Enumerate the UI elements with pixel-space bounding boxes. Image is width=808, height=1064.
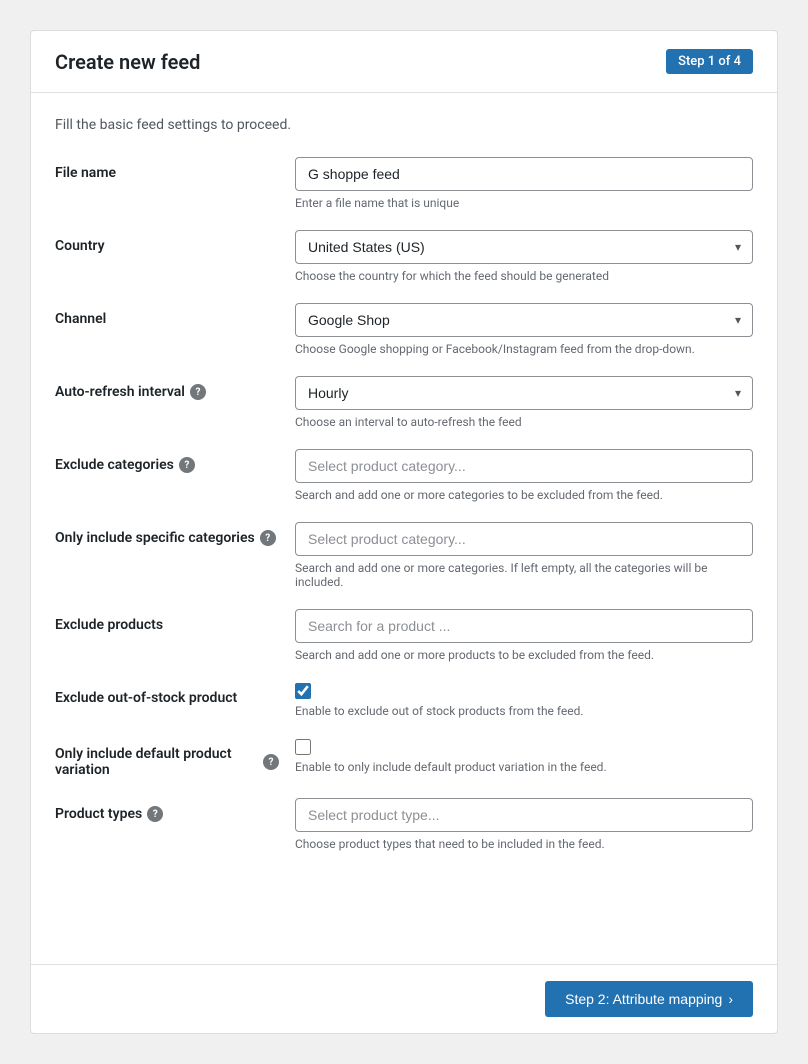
- exclude-out-of-stock-row: Exclude out-of-stock product Enable to e…: [55, 682, 753, 718]
- default-variation-row: Only include default product variation ?…: [55, 738, 753, 778]
- card-header: Create new feed Step 1 of 4: [31, 31, 777, 93]
- exclude-out-of-stock-checkbox-row: [295, 682, 753, 699]
- country-label: Country: [55, 238, 279, 254]
- exclude-out-of-stock-label: Exclude out-of-stock product: [55, 690, 279, 706]
- exclude-products-label: Exclude products: [55, 617, 279, 633]
- include-categories-label-col: Only include specific categories ?: [55, 522, 295, 546]
- exclude-out-of-stock-control-col: Enable to exclude out of stock products …: [295, 682, 753, 718]
- product-types-hint: Choose product types that need to be inc…: [295, 837, 753, 851]
- exclude-products-hint: Search and add one or more products to b…: [295, 648, 753, 662]
- country-label-col: Country: [55, 230, 295, 254]
- include-categories-control-col: Search and add one or more categories. I…: [295, 522, 753, 589]
- exclude-products-row: Exclude products Search and add one or m…: [55, 609, 753, 662]
- file-name-control-col: Enter a file name that is unique: [295, 157, 753, 210]
- country-row: Country United States (US) United Kingdo…: [55, 230, 753, 283]
- auto-refresh-hint: Choose an interval to auto-refresh the f…: [295, 415, 753, 429]
- product-types-help-icon[interactable]: ?: [147, 806, 163, 822]
- default-variation-checkbox-row: [295, 738, 753, 755]
- file-name-label-col: File name: [55, 157, 295, 181]
- include-categories-label: Only include specific categories ?: [55, 530, 279, 546]
- product-types-label-col: Product types ?: [55, 798, 295, 822]
- next-step-label: Step 2: Attribute mapping: [565, 991, 722, 1007]
- exclude-categories-help-icon[interactable]: ?: [179, 457, 195, 473]
- file-name-row: File name Enter a file name that is uniq…: [55, 157, 753, 210]
- include-categories-help-icon[interactable]: ?: [260, 530, 276, 546]
- country-select[interactable]: United States (US) United Kingdom (UK) C…: [295, 230, 753, 264]
- product-types-control-col: Choose product types that need to be inc…: [295, 798, 753, 851]
- channel-hint: Choose Google shopping or Facebook/Insta…: [295, 342, 753, 356]
- default-variation-help-icon[interactable]: ?: [263, 754, 279, 770]
- exclude-categories-control-col: Search and add one or more categories to…: [295, 449, 753, 502]
- exclude-categories-input[interactable]: [295, 449, 753, 483]
- include-categories-input[interactable]: [295, 522, 753, 556]
- auto-refresh-label: Auto-refresh interval ?: [55, 384, 279, 400]
- step-badge: Step 1 of 4: [666, 49, 753, 74]
- channel-select[interactable]: Google Shop Facebook/Instagram: [295, 303, 753, 337]
- default-variation-label: Only include default product variation ?: [55, 746, 279, 778]
- exclude-categories-label: Exclude categories ?: [55, 457, 279, 473]
- auto-refresh-row: Auto-refresh interval ? Hourly Daily Wee…: [55, 376, 753, 429]
- page-container: Create new feed Step 1 of 4 Fill the bas…: [20, 20, 788, 1044]
- default-variation-checkbox[interactable]: [295, 739, 311, 755]
- auto-refresh-select[interactable]: Hourly Daily Weekly Monthly: [295, 376, 753, 410]
- auto-refresh-label-col: Auto-refresh interval ?: [55, 376, 295, 400]
- channel-select-wrapper: Google Shop Facebook/Instagram ▾: [295, 303, 753, 337]
- product-types-row: Product types ? Choose product types tha…: [55, 798, 753, 851]
- product-types-input[interactable]: [295, 798, 753, 832]
- channel-label-col: Channel: [55, 303, 295, 327]
- exclude-out-of-stock-label-col: Exclude out-of-stock product: [55, 682, 295, 706]
- channel-row: Channel Google Shop Facebook/Instagram ▾…: [55, 303, 753, 356]
- country-control-col: United States (US) United Kingdom (UK) C…: [295, 230, 753, 283]
- exclude-products-label-col: Exclude products: [55, 609, 295, 633]
- file-name-input[interactable]: [295, 157, 753, 191]
- auto-refresh-help-icon[interactable]: ?: [190, 384, 206, 400]
- country-select-wrapper: United States (US) United Kingdom (UK) C…: [295, 230, 753, 264]
- page-title: Create new feed: [55, 50, 200, 74]
- exclude-categories-label-col: Exclude categories ?: [55, 449, 295, 473]
- exclude-categories-row: Exclude categories ? Search and add one …: [55, 449, 753, 502]
- file-name-hint: Enter a file name that is unique: [295, 196, 753, 210]
- product-types-label: Product types ?: [55, 806, 279, 822]
- exclude-products-input[interactable]: [295, 609, 753, 643]
- form-subtitle: Fill the basic feed settings to proceed.: [55, 117, 753, 133]
- card-body: Fill the basic feed settings to proceed.…: [31, 93, 777, 964]
- default-variation-control-col: Enable to only include default product v…: [295, 738, 753, 774]
- country-hint: Choose the country for which the feed sh…: [295, 269, 753, 283]
- exclude-out-of-stock-checkbox[interactable]: [295, 683, 311, 699]
- next-arrow-icon: ›: [728, 991, 733, 1007]
- exclude-out-of-stock-hint: Enable to exclude out of stock products …: [295, 704, 753, 718]
- card-footer: Step 2: Attribute mapping ›: [31, 964, 777, 1033]
- exclude-products-control-col: Search and add one or more products to b…: [295, 609, 753, 662]
- file-name-label: File name: [55, 165, 279, 181]
- include-categories-hint: Search and add one or more categories. I…: [295, 561, 753, 589]
- channel-control-col: Google Shop Facebook/Instagram ▾ Choose …: [295, 303, 753, 356]
- auto-refresh-select-wrapper: Hourly Daily Weekly Monthly ▾: [295, 376, 753, 410]
- exclude-categories-hint: Search and add one or more categories to…: [295, 488, 753, 502]
- auto-refresh-control-col: Hourly Daily Weekly Monthly ▾ Choose an …: [295, 376, 753, 429]
- default-variation-label-col: Only include default product variation ?: [55, 738, 295, 778]
- default-variation-hint: Enable to only include default product v…: [295, 760, 753, 774]
- include-categories-row: Only include specific categories ? Searc…: [55, 522, 753, 589]
- channel-label: Channel: [55, 311, 279, 327]
- next-step-button[interactable]: Step 2: Attribute mapping ›: [545, 981, 753, 1017]
- main-card: Create new feed Step 1 of 4 Fill the bas…: [30, 30, 778, 1034]
